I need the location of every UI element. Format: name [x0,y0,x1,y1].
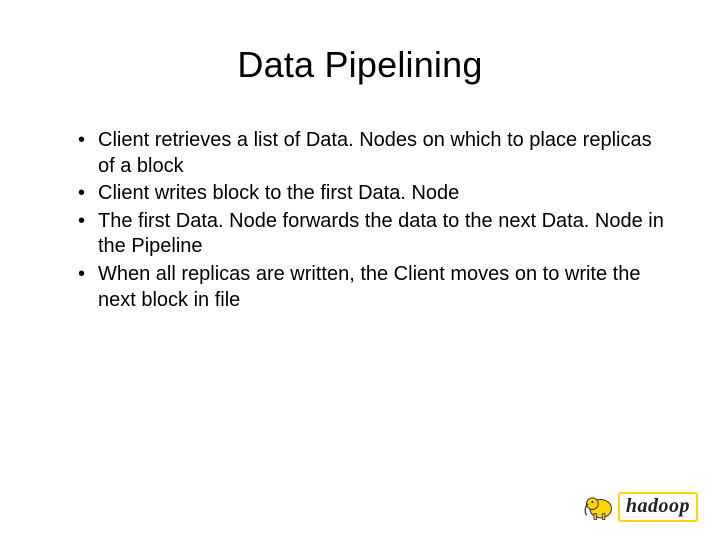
list-item: The first Data. Node forwards the data t… [78,209,664,260]
list-item: Client retrieves a list of Data. Nodes o… [78,128,664,179]
list-item: Client writes block to the first Data. N… [78,181,664,207]
bullet-list: Client retrieves a list of Data. Nodes o… [56,128,664,313]
slide-title: Data Pipelining [56,44,664,86]
elephant-icon [582,492,616,522]
list-item: When all replicas are written, the Clien… [78,262,664,313]
logo-text: hadoop [618,492,698,522]
slide: Data Pipelining Client retrieves a list … [0,0,720,540]
hadoop-logo: hadoop [582,492,698,522]
